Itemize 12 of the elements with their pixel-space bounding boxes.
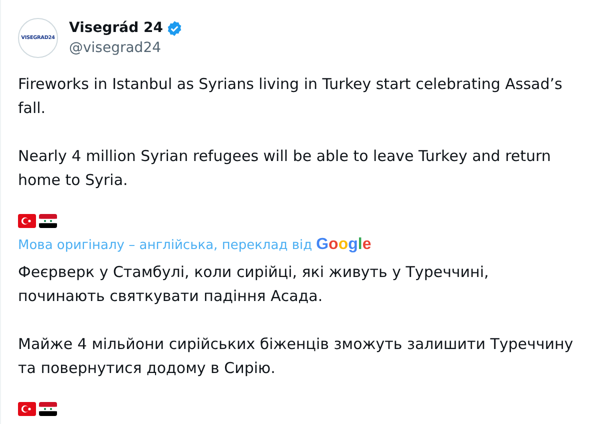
author-handle[interactable]: @visegrad24 xyxy=(69,38,183,58)
tweet-text: Fireworks in Istanbul as Syrians living in Turkey start celebrating Assad’s fall. xyxy=(18,74,564,119)
translated-text: Феєрверк у Стамбулі, коли сирійці, які живуть у Туреччині, починають святкувати падіння Асада. xyxy=(18,262,490,307)
author-name[interactable]: Visegrád 24 xyxy=(69,18,163,38)
google-logo[interactable]: Google xyxy=(316,236,372,254)
turkey-flag-icon xyxy=(18,402,36,416)
tweet-text: Nearly 4 million Syrian refugees will be able to leave Turkey and return home to Syria. xyxy=(18,146,552,191)
turkey-flag-icon xyxy=(18,214,36,228)
syria-flag-icon xyxy=(39,402,57,416)
syria-flag-icon xyxy=(39,214,57,228)
translation-note: Мова оригіналу – англійська, переклад від xyxy=(18,238,312,252)
translated-text: Майже 4 мільйони сирійських біженців зможуть залишити Туреччину та повернутися додому в Сирію. xyxy=(18,334,574,379)
